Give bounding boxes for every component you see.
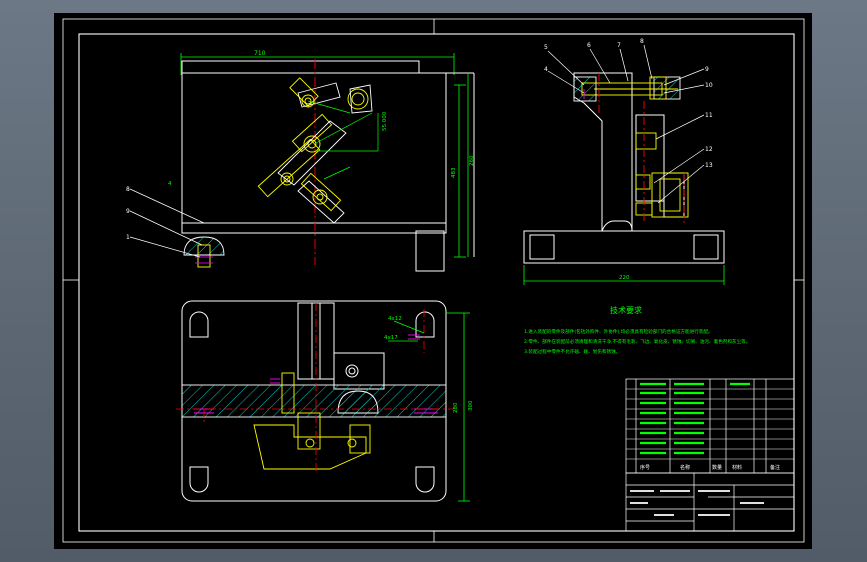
side-view: 220 5 4 6 7 8 9 10 11 12 13 [523, 38, 725, 285]
bom-footer-qty: 数量 [712, 464, 722, 471]
tech-requirements: 技术要求 1.进入装配的零件及部件(包括外购件、外协件),均必须具有检验部门的合… [524, 305, 750, 355]
bom-green-entries [640, 382, 750, 455]
balloon-side-7: 10 [705, 82, 713, 89]
front-top-dimension [180, 53, 455, 75]
front-right-dimensions [454, 73, 469, 258]
plan-view: 300 280 4x12 4x17 [176, 300, 474, 502]
balloon-side-4: 7 [617, 42, 621, 49]
balloon-side-2: 4 [544, 66, 548, 73]
bom-footer-note: 备注 [770, 464, 780, 471]
front-locating-pin [183, 236, 225, 268]
balloon-front-1: 8 [126, 186, 130, 193]
tech-line-3: 3.装配过程中零件不允许磕、碰、划伤和锈蚀。 [524, 348, 620, 355]
dim-top-width: 710 [254, 50, 266, 57]
balloon-side-8: 11 [705, 112, 713, 119]
title-block [625, 472, 795, 532]
cad-drawing: 710 483 260 55.000 4 8 9 1 220 5 4 6 7 8… [62, 18, 805, 543]
front-body [181, 60, 475, 272]
dim-plan-height: 300 [468, 400, 474, 411]
balloon-side-6: 9 [705, 66, 709, 73]
tech-line-2: 2.零件、部件在装配前必须清理和清洗干净,不得有毛刺、飞边、氧化皮、锈蚀、切屑、… [524, 338, 750, 345]
balloon-side-1: 5 [544, 44, 548, 51]
side-body [523, 72, 725, 264]
title-block-text-marks [630, 490, 764, 516]
front-yellow-parts [257, 77, 369, 212]
dim-diagonal: 55.000 [382, 111, 388, 131]
balloon-front-3: 1 [126, 234, 130, 241]
balloon-front-2: 9 [126, 208, 130, 215]
dim-plan-inner-height: 280 [453, 402, 459, 413]
balloon-side-5: 8 [640, 38, 644, 45]
side-balloon-leaders [547, 44, 705, 204]
sheet-frame [62, 18, 805, 543]
dim-side-width: 220 [619, 275, 630, 281]
hole-note-mid: 4x17 [384, 335, 398, 341]
bom-footer-no: 序号 [640, 464, 650, 471]
tech-line-1: 1.进入装配的零件及部件(包括外购件、外协件),均必须具有检验部门的合格证方能进… [524, 328, 713, 335]
balloon-side-9: 12 [705, 146, 713, 153]
dim-center-offset: 4 [168, 181, 172, 187]
bom-footer-material: 材料 [732, 464, 742, 471]
dim-right-height-inner: 260 [469, 155, 475, 166]
balloon-side-10: 13 [705, 162, 713, 169]
drawing-sheet: 710 483 260 55.000 4 8 9 1 220 5 4 6 7 8… [54, 13, 812, 549]
bom-footer-name: 名称 [680, 464, 690, 471]
balloon-side-3: 6 [587, 42, 591, 49]
dim-right-height-outer: 483 [451, 167, 457, 178]
tech-title: 技术要求 [610, 305, 642, 315]
hole-note-top: 4x12 [388, 316, 402, 322]
front-view: 710 483 260 55.000 4 8 9 1 [126, 50, 475, 272]
plan-hatched-bar [181, 384, 447, 418]
